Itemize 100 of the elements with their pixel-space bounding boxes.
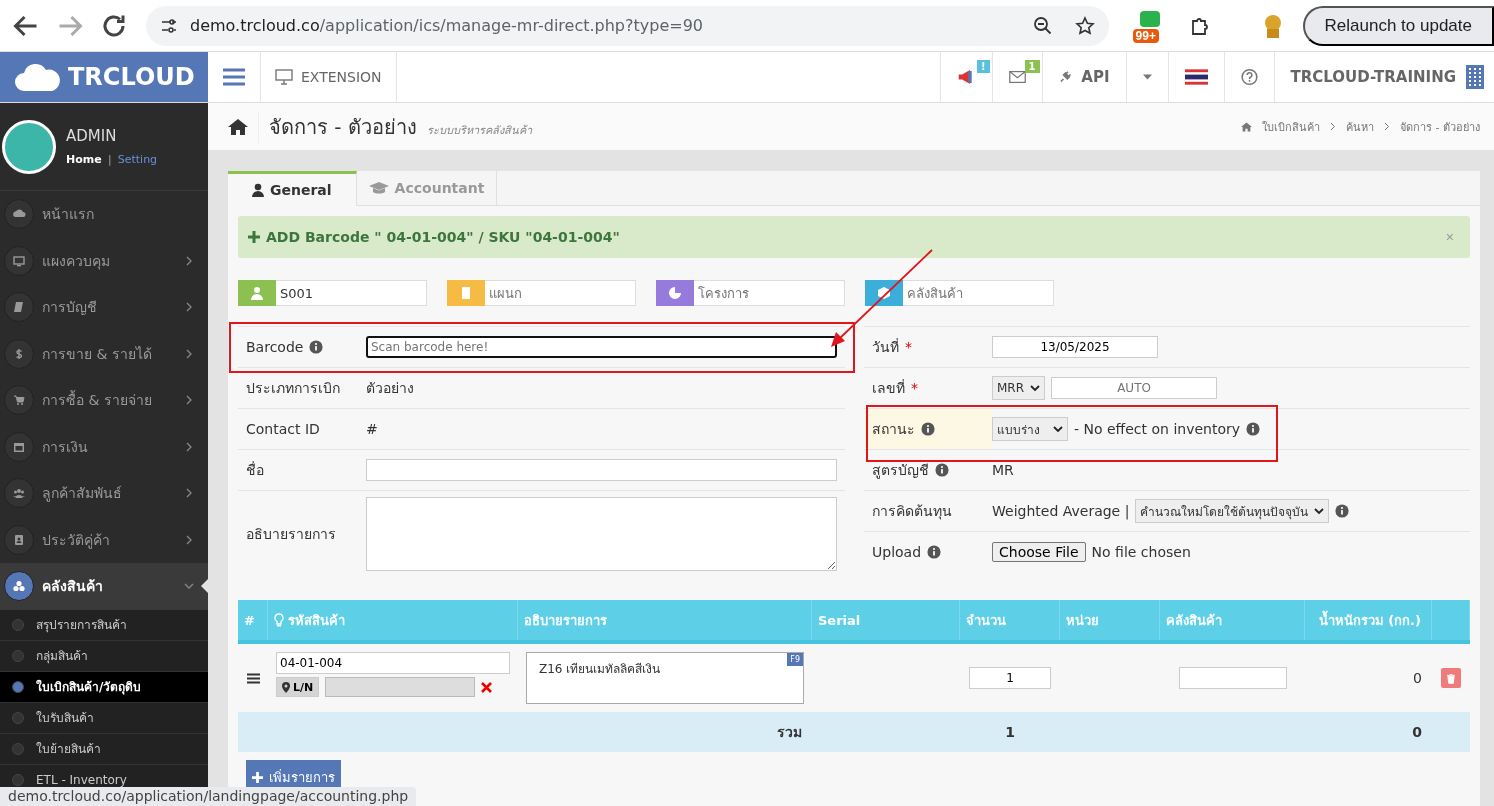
selection-pointer: [201, 579, 208, 594]
field-label: สูตรบัญชี: [872, 461, 929, 481]
field-label: สถานะ: [872, 420, 915, 439]
prefix-dropdown[interactable]: MRR: [992, 376, 1046, 400]
chevron-icon: [1384, 122, 1391, 131]
breadcrumb-link[interactable]: จัดการ - ตัวอย่าง: [1400, 117, 1480, 136]
tab[interactable]: General: [228, 171, 357, 206]
field-label: Contact ID: [246, 421, 320, 437]
field-label: อธิบายรายการ: [246, 525, 336, 544]
relaunch-button[interactable]: Relaunch to update: [1302, 5, 1494, 46]
tag-field[interactable]: คลังสินค้า: [903, 280, 1054, 306]
submenu-item[interactable]: สรุปรายการสินค้า: [0, 609, 208, 641]
lot-button[interactable]: L/N: [276, 677, 320, 697]
caret-icon: [1314, 507, 1325, 515]
pin-icon: [282, 681, 290, 693]
column-header: จำนวน: [966, 611, 1006, 630]
address-bar[interactable]: demo.trcloud.co/application/ics/manage-mr-direct.php?type=90: [146, 5, 1109, 46]
total-quantity: 1: [1005, 724, 1015, 740]
field-label: Upload: [872, 544, 922, 560]
extension-button[interactable]: 99+: [1132, 8, 1167, 43]
logo-text: TRCLOUD: [68, 63, 195, 91]
logo[interactable]: TRCLOUD: [0, 52, 208, 102]
field-label: Barcode: [246, 339, 304, 355]
field-label: การคิดต้นทุน: [872, 502, 952, 522]
caret-icon: [1053, 425, 1063, 433]
tag-field[interactable]: แผนก: [485, 280, 636, 306]
breadcrumb-link[interactable]: ใบเบิกสินค้า: [1262, 117, 1321, 136]
field-value: ตัวอย่าง: [366, 379, 414, 398]
breadcrumb-link[interactable]: ค้นหา: [1346, 117, 1375, 136]
home-icon[interactable]: [228, 117, 248, 136]
sidebar-item[interactable]: การเงิน: [0, 423, 208, 470]
choose-file-button[interactable]: Choose File: [992, 542, 1086, 562]
column-header: รหัสสินค้า: [288, 611, 345, 630]
url-text: demo.trcloud.co/application/ics/manage-mr-direct.php?type=90: [190, 16, 703, 35]
drag-handle-icon[interactable]: [246, 672, 260, 684]
warehouse-field[interactable]: [1178, 667, 1287, 689]
sidebar-item[interactable]: แผงควบคุม: [0, 237, 208, 284]
sidebar-item[interactable]: การบัญชี: [0, 284, 208, 331]
submenu-item[interactable]: ใบย้ายสินค้า: [0, 733, 208, 765]
separator: |: [107, 153, 112, 166]
shortcut-badge: F9: [787, 653, 803, 666]
link-preview-tooltip: demo.trcloud.co/application/landingpage/accounting.php: [0, 787, 417, 806]
field-label: เลขที่: [872, 378, 905, 398]
monitor-icon: [275, 69, 293, 85]
field-value: #: [366, 421, 378, 437]
cloud-icon: [14, 62, 62, 92]
field-value: MR: [992, 462, 1014, 478]
sidebar-item[interactable]: ประวัติคู่ค้า: [0, 516, 208, 563]
description-field[interactable]: Z16 เทียนเมทัลลิคสีเงิน F9: [526, 652, 804, 704]
building-icon: [1466, 65, 1484, 89]
cost-method: Weighted Average |: [992, 503, 1130, 519]
file-status: No file chosen: [1091, 544, 1191, 560]
delete-button[interactable]: [1441, 668, 1461, 688]
date-field[interactable]: 13/05/2025: [992, 336, 1158, 358]
column-header: หน่วย: [1066, 611, 1099, 630]
avatar: [2, 119, 56, 174]
api-button[interactable]: API: [1041, 52, 1126, 102]
total-label: รวม: [777, 723, 802, 742]
remove-icon[interactable]: [481, 681, 493, 693]
caret-icon: [1142, 73, 1152, 81]
tag-field[interactable]: S001: [276, 280, 427, 306]
info-icon: [1335, 504, 1350, 518]
app-icon: [1139, 10, 1160, 27]
menu-icon: [223, 68, 245, 86]
sidebar-item[interactable]: การซื้อ & รายจ่าย: [0, 377, 208, 424]
page-subtitle: ระบบบริหารคลังสินค้า: [426, 122, 532, 139]
sidebar-item[interactable]: คลังสินค้า: [0, 563, 208, 610]
lot-field[interactable]: [325, 677, 476, 697]
alert-text: ADD Barcode " 04-01-004" / SKU "04-01-004": [266, 229, 620, 245]
sidebar-item[interactable]: ลูกค้าสัมพันธ์: [0, 470, 208, 517]
document-number-field[interactable]: AUTO: [1051, 377, 1218, 399]
name-field[interactable]: [366, 459, 837, 481]
total-weight: 0: [1412, 724, 1422, 740]
status-dropdown[interactable]: แบบร่าง: [992, 417, 1068, 441]
extension-button[interactable]: EXTENSION: [260, 52, 397, 102]
sidebar-item[interactable]: หน้าแรก: [0, 191, 208, 238]
bookmark-star-icon[interactable]: [1074, 15, 1095, 36]
field-label: วันที่: [872, 337, 899, 357]
info-icon: [1246, 422, 1261, 436]
submenu-item[interactable]: กลุ่มสินค้า: [0, 640, 208, 672]
site-settings-icon[interactable]: [160, 16, 178, 35]
zoom-out-icon[interactable]: [1032, 15, 1053, 36]
user-icon: [252, 183, 264, 197]
company-button[interactable]: TRCLOUD-TRAINING: [1273, 52, 1494, 102]
cube-icon: [877, 286, 891, 300]
submenu-item[interactable]: ใบเบิกสินค้า/วัตถุดิบ: [0, 671, 208, 703]
barcode-field[interactable]: Scan barcode here!: [366, 336, 837, 358]
setting-link[interactable]: Setting: [117, 153, 158, 166]
home-link[interactable]: Home: [66, 153, 102, 166]
product-code-field[interactable]: 04-01-004: [276, 652, 510, 674]
chevron-icon: [1330, 122, 1337, 131]
submenu-item[interactable]: ใบรับสินค้า: [0, 702, 208, 734]
caret-icon: [1030, 384, 1041, 392]
quantity-field[interactable]: 1: [969, 667, 1051, 689]
column-header: Serial: [818, 612, 861, 628]
cost-dropdown[interactable]: คำนวณใหม่โดยใช้ต้นทุนปัจจุบัน: [1135, 499, 1330, 523]
description-field[interactable]: [366, 497, 837, 571]
sidebar-item[interactable]: การขาย & รายได้: [0, 330, 208, 377]
field-label: ประเภทการเบิก: [246, 379, 340, 398]
tag-field[interactable]: โครงการ: [694, 280, 845, 306]
